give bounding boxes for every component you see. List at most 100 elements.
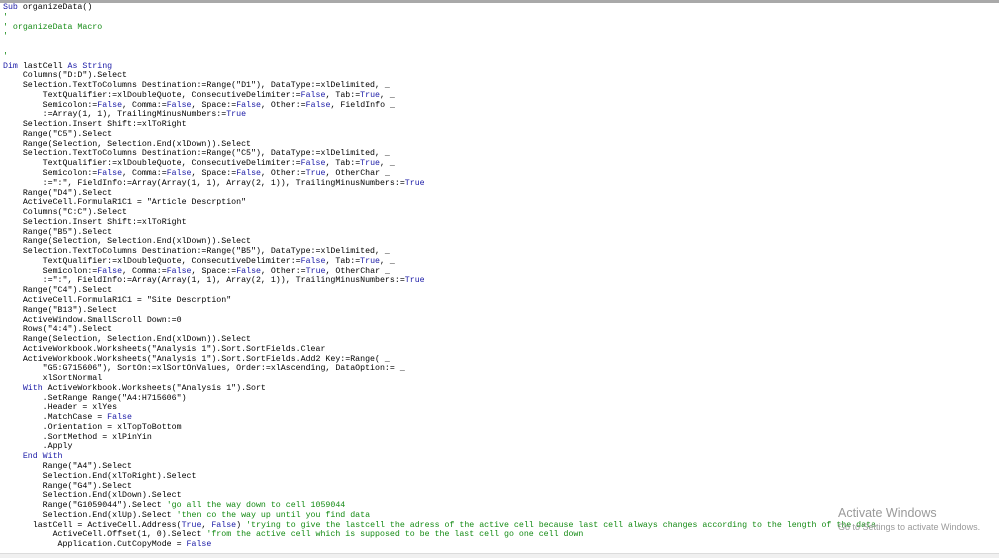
code-line[interactable]: Range("A4").Select (3, 462, 876, 472)
code-token: Range("C4").Select (3, 286, 113, 296)
code-token: TextQualifier:=xlDoubleQuote, Consecutiv… (3, 159, 301, 169)
code-line[interactable]: xlSortNormal (3, 374, 876, 384)
code-line[interactable]: ' (3, 32, 876, 42)
code-line[interactable]: ActiveWindow.SmallScroll Down:=0 (3, 316, 876, 326)
code-line[interactable]: .Orientation = xlTopToBottom (3, 423, 876, 433)
code-token: Range("G1059044").Select (3, 501, 167, 511)
code-line[interactable]: Range(Selection, Selection.End(xlDown)).… (3, 237, 876, 247)
code-line[interactable]: .SortMethod = xlPinYin (3, 433, 876, 443)
code-line[interactable]: Sub organizeData() (3, 3, 876, 13)
code-token: Rows("4:4").Select (3, 325, 113, 335)
code-line[interactable]: :=":", FieldInfo:=Array(Array(1, 1), Arr… (3, 179, 876, 189)
code-token: xlSortNormal (3, 374, 103, 384)
code-line[interactable]: ' (3, 13, 876, 23)
horizontal-scrollbar[interactable] (0, 553, 999, 558)
comment-token: ' organizeData Macro (3, 22, 103, 32)
code-line[interactable]: ActiveCell.Offset(1, 0).Select 'from the… (3, 530, 876, 540)
code-line[interactable]: Selection.TextToColumns Destination:=Ran… (3, 81, 876, 91)
code-line[interactable]: Range("C5").Select (3, 130, 876, 140)
code-token: Selection.End(xlDown).Select (3, 491, 182, 501)
code-token: lastCell (17, 61, 68, 71)
code-token: Semicolon:= (3, 266, 98, 276)
code-line[interactable]: Range("B13").Select (3, 306, 876, 316)
code-token: Selection.Insert Shift:=xlToRight (3, 120, 187, 130)
code-editor[interactable]: Sub organizeData() ' ' organizeData Macro '… (3, 3, 876, 550)
code-line[interactable]: ActiveCell.FormulaR1C1 = "Article Descrp… (3, 198, 876, 208)
code-line[interactable]: Selection.End(xlToRight).Select (3, 472, 876, 482)
code-line[interactable]: Selection.Insert Shift:=xlToRight (3, 218, 876, 228)
code-line[interactable]: End With (3, 452, 876, 462)
code-line[interactable]: Columns("D:D").Select (3, 71, 876, 81)
code-line[interactable]: ' (3, 52, 876, 62)
code-line[interactable]: .SetRange Range("A4:H715606") (3, 394, 876, 404)
keyword-token: False (186, 540, 212, 550)
keyword-token: False (236, 266, 261, 276)
code-line[interactable]: With ActiveWorkbook.Worksheets("Analysis… (3, 384, 876, 394)
code-line[interactable]: TextQualifier:=xlDoubleQuote, Consecutiv… (3, 257, 876, 267)
keyword-token: False (300, 256, 326, 266)
code-line[interactable]: Dim lastCell As String (3, 62, 876, 72)
code-token: , Other:= (261, 266, 306, 276)
code-line[interactable]: Range("G4").Select (3, 482, 876, 492)
code-token: lastCell = ActiveCell.Address( (3, 520, 182, 530)
code-token: , Space:= (191, 100, 237, 110)
code-line[interactable]: TextQualifier:=xlDoubleQuote, Consecutiv… (3, 159, 876, 169)
code-line[interactable] (3, 42, 876, 52)
code-token: .Apply (3, 442, 73, 452)
code-line[interactable]: Range("D4").Select (3, 189, 876, 199)
code-token: Range(Selection, Selection.End(xlDown)).… (3, 335, 252, 345)
code-line[interactable]: Semicolon:=False, Comma:=False, Space:=F… (3, 267, 876, 277)
code-line[interactable]: Selection.End(xlUp).Select 'then co the … (3, 511, 876, 521)
code-token: :=":", FieldInfo:=Array(Array(1, 1), Arr… (3, 276, 405, 286)
code-line[interactable]: Columns("C:C").Select (3, 208, 876, 218)
code-token: Range("B5").Select (3, 227, 113, 237)
activate-windows-watermark: Activate Windows Go to Settings to activ… (838, 506, 980, 533)
code-line[interactable]: .Header = xlYes (3, 403, 876, 413)
code-line[interactable]: Range("G1059044").Select 'go all the way… (3, 501, 876, 511)
code-line[interactable]: TextQualifier:=xlDoubleQuote, Consecutiv… (3, 91, 876, 101)
keyword-token: False (97, 266, 123, 276)
code-line[interactable]: Selection.Insert Shift:=xlToRight (3, 120, 876, 130)
code-token: :=":", FieldInfo:=Array(Array(1, 1), Arr… (3, 178, 405, 188)
comment-token: ' (3, 32, 8, 42)
code-line[interactable]: ActiveCell.FormulaR1C1 = "Site Descrptio… (3, 296, 876, 306)
code-token: "G5:G715606"), SortOn:=xlSortOnValues, O… (3, 364, 405, 374)
keyword-token: True (305, 266, 326, 276)
keyword-token: True (360, 159, 381, 169)
code-line[interactable]: ActiveWorkbook.Worksheets("Analysis 1").… (3, 355, 876, 365)
code-line[interactable]: Selection.End(xlDown).Select (3, 491, 876, 501)
code-line[interactable]: :=Array(1, 1), TrailingMinusNumbers:=Tru… (3, 110, 876, 120)
code-token: Semicolon:= (3, 169, 98, 179)
keyword-token: False (236, 100, 261, 110)
code-line[interactable]: ActiveWorkbook.Worksheets("Analysis 1").… (3, 345, 876, 355)
code-line[interactable]: .MatchCase = False (3, 413, 876, 423)
code-line[interactable]: Semicolon:=False, Comma:=False, Space:=F… (3, 169, 876, 179)
code-token: , Space:= (191, 266, 237, 276)
code-line[interactable]: Semicolon:=False, Comma:=False, Space:=F… (3, 101, 876, 111)
code-line[interactable]: ' organizeData Macro (3, 23, 876, 33)
code-line[interactable]: Selection.TextToColumns Destination:=Ran… (3, 149, 876, 159)
code-line[interactable]: Application.CutCopyMode = False (3, 540, 876, 550)
keyword-token: Sub (3, 3, 18, 12)
code-token: Range(Selection, Selection.End(xlDown)).… (3, 237, 252, 247)
code-line[interactable]: Selection.TextToColumns Destination:=Ran… (3, 247, 876, 257)
code-line[interactable]: lastCell = ActiveCell.Address(True, Fals… (3, 521, 876, 531)
code-line[interactable]: "G5:G715606"), SortOn:=xlSortOnValues, O… (3, 364, 876, 374)
code-token: , Space:= (191, 169, 237, 179)
comment-token: 'then co the way up until you find data (176, 510, 371, 520)
code-token: Range("B13").Select (3, 305, 118, 315)
code-token: Selection.Insert Shift:=xlToRight (3, 217, 187, 227)
keyword-token: False (97, 100, 123, 110)
keyword-token: True (226, 110, 247, 120)
comment-token: 'from the active cell which is supposed … (206, 530, 584, 540)
code-line[interactable]: .Apply (3, 442, 876, 452)
code-token: , Tab:= (325, 159, 361, 169)
code-line[interactable]: Range("B5").Select (3, 228, 876, 238)
watermark-title: Activate Windows (838, 506, 937, 520)
code-token: Selection.End(xlToRight).Select (3, 471, 197, 481)
code-line[interactable]: Rows("4:4").Select (3, 325, 876, 335)
code-line[interactable]: Range(Selection, Selection.End(xlDown)).… (3, 335, 876, 345)
code-line[interactable]: Range("C4").Select (3, 286, 876, 296)
code-token: , _ (380, 159, 395, 169)
code-line[interactable]: :=":", FieldInfo:=Array(Array(1, 1), Arr… (3, 276, 876, 286)
